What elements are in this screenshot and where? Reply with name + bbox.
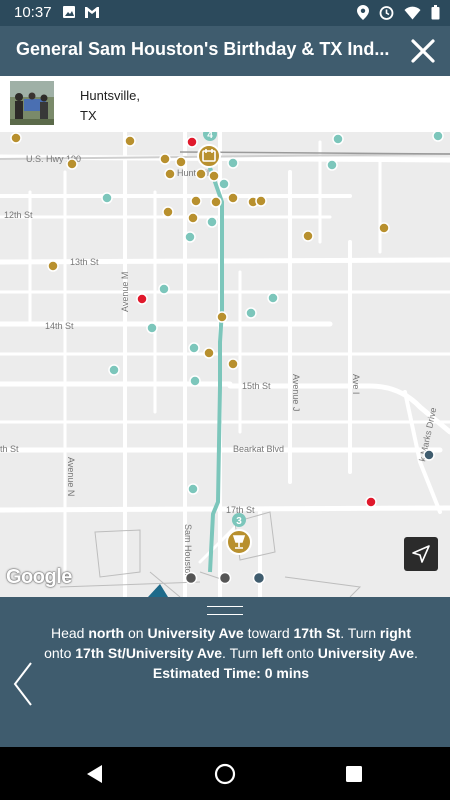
my-location-button[interactable]	[404, 537, 438, 571]
alarm-icon	[379, 6, 394, 20]
image-icon	[63, 6, 75, 18]
location-text: Huntsville, TX	[80, 86, 140, 126]
previous-step-icon[interactable]	[12, 661, 34, 707]
svg-text:4: 4	[207, 132, 213, 141]
event-thumbnail	[10, 81, 54, 125]
city-line-1: Huntsville,	[80, 88, 140, 103]
map-label-12th-st: 12th St	[4, 210, 33, 220]
directions-text: Head north on University Ave toward 17th…	[38, 623, 424, 683]
recents-icon[interactable]	[341, 761, 367, 787]
wifi-icon	[404, 6, 421, 19]
map-label-th-st: th St	[0, 444, 19, 454]
route-marker-4[interactable]: 4	[197, 132, 221, 168]
route-marker-3[interactable]: 3	[226, 513, 252, 555]
map-view[interactable]: U.S. Hwy 190 Huntsville 12th St 13th St …	[0, 132, 450, 597]
navigation-arrow-icon	[412, 545, 430, 563]
app-header: General Sam Houston's Birthday & TX Ind.…	[0, 26, 450, 76]
map-label-15th-st: 15th St	[242, 381, 271, 391]
page-title: General Sam Houston's Birthday & TX Ind.…	[16, 39, 390, 59]
status-time: 10:37	[14, 4, 52, 21]
svg-text:3: 3	[236, 516, 242, 527]
map-label-avenue-n: Avenue N	[66, 457, 76, 496]
close-icon[interactable]	[408, 36, 438, 66]
map-label-bearkat: Bearkat Blvd	[233, 444, 284, 454]
estimated-time: Estimated Time: 0 mins	[152, 665, 310, 681]
map-canvas[interactable]: U.S. Hwy 190 Huntsville 12th St 13th St …	[0, 132, 450, 597]
map-label-avenue-j: Avenue J	[291, 374, 301, 411]
map-label-avenue-m: Avenue M	[120, 272, 130, 312]
location-row: Huntsville, TX	[0, 76, 450, 132]
poi-markers	[10, 132, 444, 597]
system-nav-bar	[0, 747, 450, 800]
drag-handle[interactable]	[207, 606, 243, 615]
map-label-13th-st: 13th St	[70, 257, 99, 267]
map-label-14th-st: 14th St	[45, 321, 74, 331]
city-line-2: TX	[80, 108, 97, 123]
map-label-ave-i: Ave I	[351, 374, 361, 394]
gmail-icon	[85, 7, 99, 18]
home-icon[interactable]	[212, 761, 238, 787]
directions-panel: Head north on University Ave toward 17th…	[0, 597, 450, 747]
google-logo: Google	[6, 566, 72, 588]
location-icon	[357, 5, 369, 20]
status-bar: 10:37	[0, 0, 450, 26]
back-icon[interactable]	[82, 761, 108, 787]
battery-icon	[431, 5, 440, 20]
map-label-sam-houston: Sam Houston	[183, 524, 193, 579]
